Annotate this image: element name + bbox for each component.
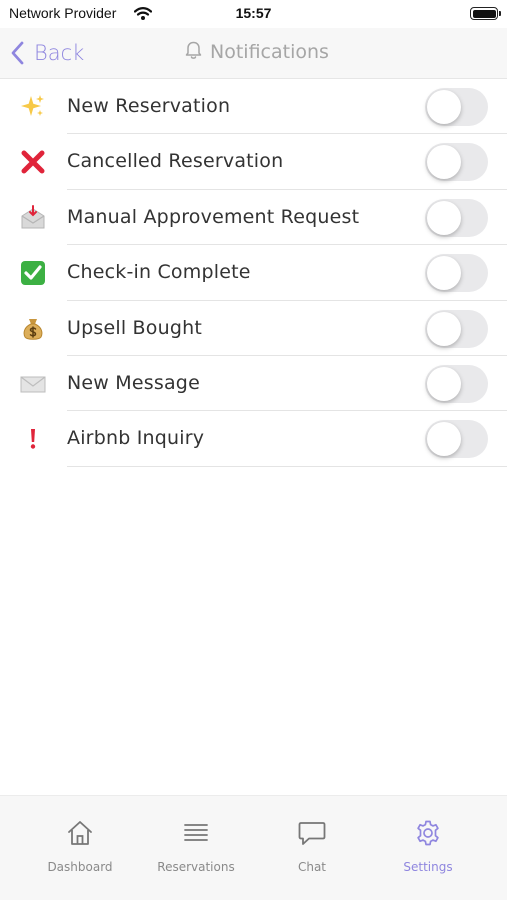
list-icon [138,816,254,850]
gear-icon [370,816,486,850]
row-divider [67,465,507,467]
tab-settings[interactable]: Settings [370,816,486,874]
notification-label: Cancelled Reservation [67,150,284,173]
battery-icon [470,7,501,20]
tab-chat[interactable]: Chat [254,816,370,874]
cancelled-reservation-toggle[interactable] [425,143,488,182]
manual-approvement-toggle[interactable] [425,198,488,237]
back-button[interactable]: Back [10,38,84,68]
new-message-toggle[interactable] [425,364,488,403]
status-time: 15:57 [235,5,272,21]
page-title-text: Notifications [210,41,329,63]
notification-row-manual-approvement: Manual Approvement Request [0,190,507,246]
notification-row-new-message: New Message [0,356,507,412]
exclamation-icon [18,425,48,453]
money-bag-icon [18,315,48,343]
back-label: Back [34,41,85,65]
notification-list: New Reservation Cancelled Reservation Ma… [0,79,507,467]
notification-label: New Reservation [67,95,231,117]
check-in-toggle[interactable] [425,254,488,293]
chat-icon [254,816,370,850]
notification-row-upsell: Upsell Bought [0,301,507,356]
notification-label: Upsell Bought [67,316,203,339]
notification-row-new-reservation: New Reservation [0,79,507,135]
new-reservation-toggle[interactable] [425,88,488,126]
tab-label: Settings [403,860,453,874]
check-mark-icon [18,259,48,287]
envelope-icon [18,370,48,398]
status-bar: Network Provider 15:57 [0,0,507,28]
chevron-left-icon [10,41,24,65]
notification-label: New Message [67,371,200,394]
upsell-toggle[interactable] [425,309,488,348]
navigation-bar: Back Notifications [0,28,507,79]
sparkles-icon [18,93,48,121]
airbnb-inquiry-toggle[interactable] [425,420,488,459]
tab-label: Dashboard [47,860,113,874]
inbox-tray-icon [18,204,48,232]
notification-row-airbnb-inquiry: Airbnb Inquiry [0,411,507,467]
bell-icon [185,40,202,64]
tab-label: Reservations [157,860,235,874]
tab-dashboard[interactable]: Dashboard [22,816,138,874]
cross-mark-icon [18,148,48,176]
notification-label: Airbnb Inquiry [67,427,205,450]
notification-row-cancelled-reservation: Cancelled Reservation [0,134,507,190]
notification-row-check-in: Check-in Complete [0,245,507,301]
tab-reservations[interactable]: Reservations [138,816,254,874]
notification-label: Manual Approvement Request [67,205,360,228]
tab-bar: Dashboard Reservations Chat Settings [0,795,507,900]
page-title: Notifications [185,40,329,64]
tab-label: Chat [297,860,327,874]
notification-label: Check-in Complete [67,261,251,284]
home-icon [22,816,138,850]
